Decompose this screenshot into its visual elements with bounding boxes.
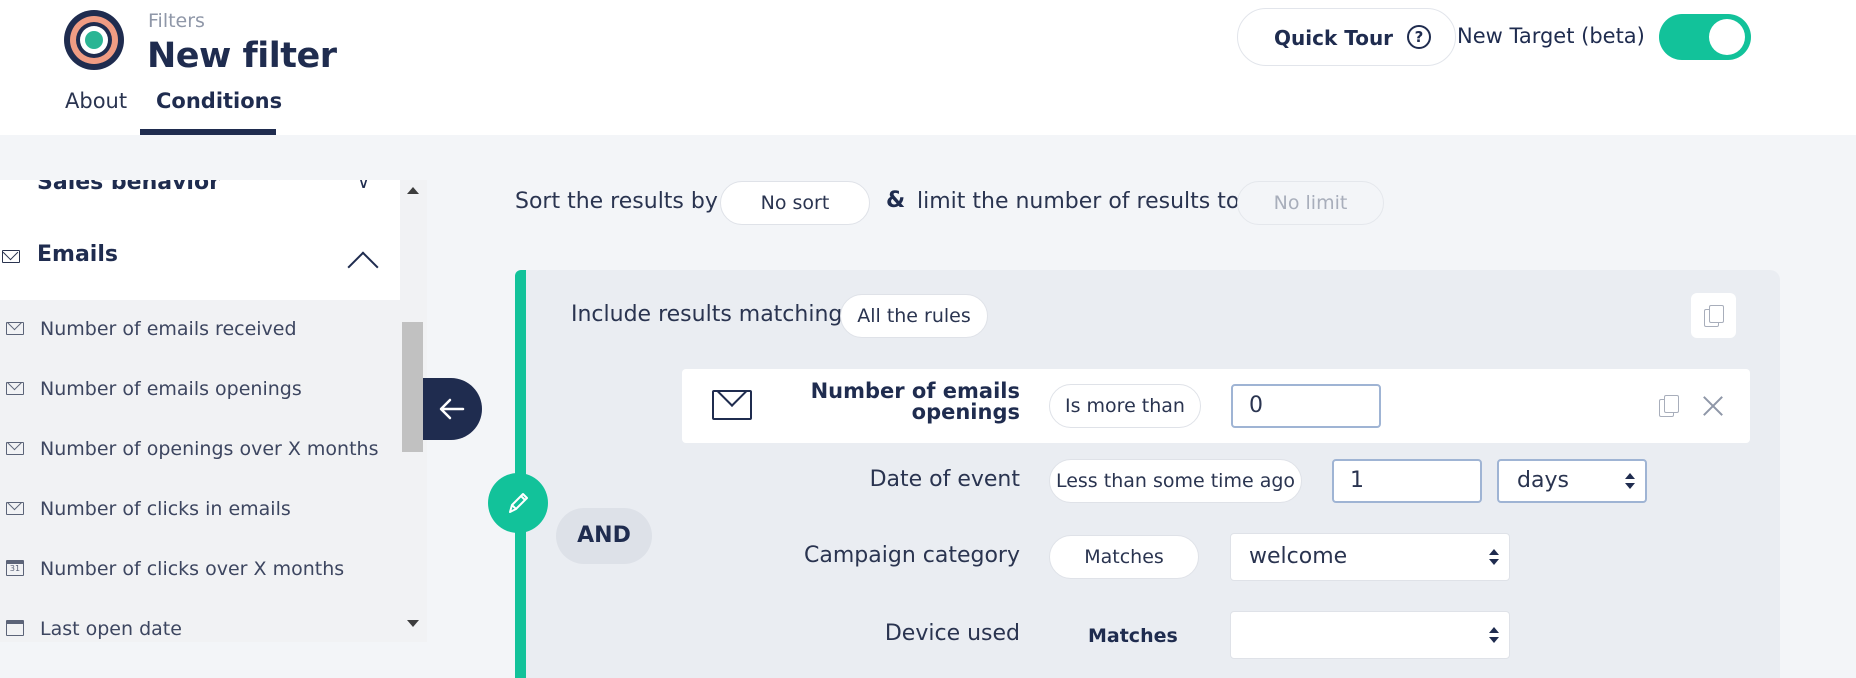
list-item-label: Number of emails received [40, 318, 297, 340]
breadcrumb[interactable]: Filters [148, 10, 205, 32]
list-item[interactable]: Last open date [0, 610, 400, 642]
scrollbar-thumb[interactable] [402, 322, 423, 452]
mail-icon [6, 442, 24, 455]
list-item-label: Number of emails openings [40, 378, 302, 400]
select-arrows-icon [1489, 627, 1499, 643]
copy-icon[interactable] [1659, 395, 1679, 417]
limit-label: limit the number of results to [917, 189, 1240, 214]
sort-label: Sort the results by [515, 189, 718, 214]
category-sales-behavior[interactable]: Sales behavior ∨ [0, 180, 400, 196]
chevron-down-icon: ∨ [357, 180, 371, 193]
scroll-down-arrow[interactable] [407, 620, 419, 627]
list-item-label: Number of openings over X months [40, 438, 379, 460]
mail-icon [6, 502, 24, 515]
help-icon: ? [1407, 25, 1431, 49]
date-unit-value: days [1517, 468, 1569, 493]
list-item-label: Number of clicks in emails [40, 498, 291, 520]
active-tab-indicator [140, 129, 276, 135]
page-title: New filter [147, 36, 337, 76]
category-emails[interactable]: Emails [0, 196, 400, 300]
calendar-icon: 31 [6, 560, 24, 576]
campaign-category-select[interactable]: welcome [1230, 533, 1510, 581]
pencil-icon [509, 493, 528, 513]
close-icon[interactable] [1700, 393, 1726, 419]
list-item[interactable]: Number of openings over X months [0, 430, 400, 470]
duplicate-group-button[interactable] [1691, 293, 1736, 338]
mail-icon [2, 250, 20, 263]
list-item[interactable]: Number of clicks in emails [0, 490, 400, 530]
device-condition[interactable]: Matches [1088, 625, 1178, 647]
toggle-knob [1709, 19, 1745, 55]
mail-icon [712, 390, 752, 420]
mail-icon [6, 322, 24, 335]
list-item[interactable]: Number of emails openings [0, 370, 400, 410]
date-value-input[interactable]: 1 [1332, 459, 1482, 503]
mail-icon [6, 382, 24, 395]
app-logo[interactable] [64, 10, 124, 70]
chevron-up-icon [347, 251, 379, 283]
match-mode-select[interactable]: All the rules [840, 294, 988, 338]
new-target-toggle[interactable] [1659, 14, 1751, 60]
category-label: Emails [37, 242, 118, 267]
new-target-label: New Target (beta) [1457, 24, 1645, 48]
rule-condition-select[interactable]: Is more than [1049, 384, 1201, 428]
criteria-sidebar: Sales behavior ∨ Emails Number of emails… [0, 180, 427, 642]
tab-conditions[interactable]: Conditions [156, 89, 282, 113]
quick-tour-button[interactable]: Quick Tour ? [1237, 8, 1456, 66]
scroll-up-arrow[interactable] [407, 187, 419, 194]
category-label: Sales behavior [37, 180, 220, 195]
collapse-sidebar-button[interactable] [423, 378, 482, 440]
device-used-label: Device used [884, 621, 1020, 646]
rule-value-input[interactable]: 0 [1231, 384, 1381, 428]
list-item-label: Last open date [40, 618, 182, 640]
top-header: Filters New filter About Conditions Quic… [0, 0, 1856, 135]
include-label: Include results matching [571, 302, 843, 327]
date-unit-select[interactable]: days [1497, 459, 1647, 503]
list-item-label: Number of clicks over X months [40, 558, 345, 580]
rule-name: Number of emails openings [810, 379, 1020, 424]
list-item[interactable]: 31 Number of clicks over X months [0, 550, 400, 590]
device-select[interactable] [1230, 611, 1510, 659]
select-arrows-icon [1489, 549, 1499, 565]
copy-icon [1704, 305, 1724, 327]
and-operator[interactable]: AND [556, 508, 652, 564]
list-item[interactable]: Number of emails received [0, 310, 400, 350]
select-arrows-icon [1625, 473, 1635, 489]
campaign-category-label: Campaign category [804, 543, 1020, 568]
sort-select[interactable]: No sort [720, 181, 870, 225]
date-of-event-label: Date of event [869, 467, 1020, 492]
calendar-icon [6, 620, 24, 636]
ampersand: & [886, 188, 906, 213]
edit-group-button[interactable] [488, 473, 548, 533]
quick-tour-label: Quick Tour [1274, 26, 1394, 50]
campaign-category-value: welcome [1249, 544, 1348, 569]
arrow-left-icon [439, 398, 465, 420]
campaign-condition-select[interactable]: Matches [1049, 535, 1199, 579]
date-condition-select[interactable]: Less than some time ago [1049, 459, 1302, 503]
limit-input[interactable]: No limit [1237, 181, 1384, 225]
tab-about[interactable]: About [65, 89, 127, 113]
